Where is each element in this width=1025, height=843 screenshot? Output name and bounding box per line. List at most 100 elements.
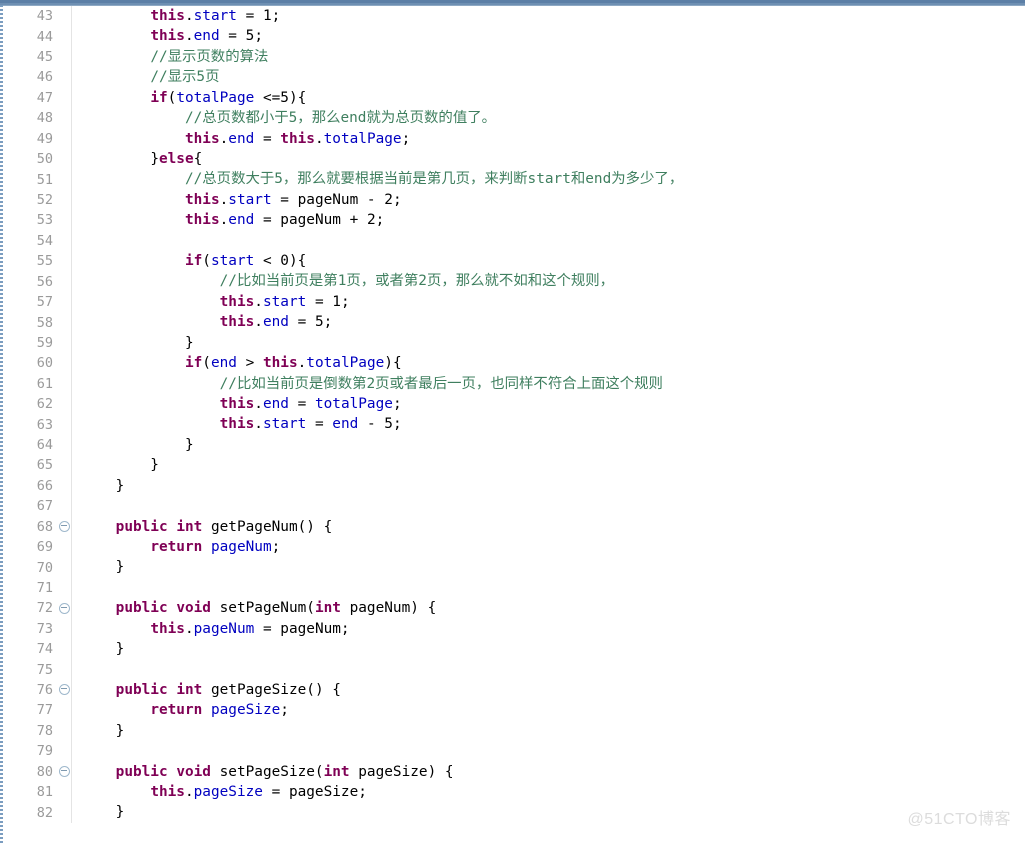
code-line-content[interactable]: if(start < 0){: [73, 251, 1025, 271]
line-number: 63: [3, 414, 57, 435]
code-line[interactable]: 47 if(totalPage <=5){: [3, 87, 1025, 109]
code-line-content[interactable]: public int getPageNum() {: [73, 517, 1025, 537]
code-line[interactable]: 78 }: [3, 720, 1025, 742]
code-line-content[interactable]: this.start = 1;: [73, 6, 1025, 26]
code-line-content[interactable]: }: [73, 476, 1025, 496]
code-line-content[interactable]: if(end > this.totalPage){: [73, 353, 1025, 373]
code-line[interactable]: 52 this.start = pageNum - 2;: [3, 189, 1025, 211]
code-line-content[interactable]: }: [73, 435, 1025, 455]
code-line-content[interactable]: this.start = end - 5;: [73, 414, 1025, 434]
code-line-content[interactable]: this.end = totalPage;: [73, 394, 1025, 414]
code-line[interactable]: 59 }: [3, 332, 1025, 354]
code-line[interactable]: 76 public int getPageSize() {: [3, 679, 1025, 701]
code-line-content[interactable]: //显示页数的算法: [73, 47, 1025, 67]
code-line-content[interactable]: //总页数大于5，那么就要根据当前是第几页，来判断start和end为多少了，: [73, 169, 1025, 189]
fold-collapse-icon[interactable]: [57, 598, 72, 619]
code-line-content[interactable]: }: [73, 721, 1025, 741]
code-line[interactable]: 48 //总页数都小于5，那么end就为总页数的值了。: [3, 108, 1025, 129]
code-line-content[interactable]: if(totalPage <=5){: [73, 88, 1025, 108]
code-line[interactable]: 58 this.end = 5;: [3, 312, 1025, 333]
code-line-content[interactable]: this.end = 5;: [73, 312, 1025, 332]
code-line-content[interactable]: //总页数都小于5，那么end就为总页数的值了。: [73, 108, 1025, 128]
code-line[interactable]: 82 }: [3, 802, 1025, 823]
code-line[interactable]: 62 this.end = totalPage;: [3, 394, 1025, 415]
code-line[interactable]: 70 }: [3, 557, 1025, 578]
code-line[interactable]: 77 return pageSize;: [3, 700, 1025, 721]
code-line[interactable]: 44 this.end = 5;: [3, 26, 1025, 47]
code-token-fld: start: [193, 8, 237, 24]
code-line[interactable]: 65 }: [3, 455, 1025, 476]
code-line-content[interactable]: public int getPageSize() {: [73, 680, 1025, 700]
code-line-content[interactable]: [73, 496, 1025, 516]
code-line-content[interactable]: }: [73, 639, 1025, 659]
code-line-content[interactable]: //显示5页: [73, 67, 1025, 87]
code-line[interactable]: 55 if(start < 0){: [3, 251, 1025, 272]
code-line[interactable]: 45 //显示页数的算法: [3, 46, 1025, 68]
collapse-circle-minus-icon[interactable]: [58, 766, 70, 777]
code-line[interactable]: 61 //比如当前页是倒数第2页或者最后一页，也同样不符合上面这个规则: [3, 373, 1025, 394]
line-number: 53: [3, 210, 57, 231]
code-line[interactable]: 81 this.pageSize = pageSize;: [3, 781, 1025, 803]
fold-collapse-icon[interactable]: [57, 761, 72, 782]
code-line-content[interactable]: }: [73, 455, 1025, 475]
code-line-content[interactable]: this.start = 1;: [73, 292, 1025, 312]
line-number-value: 72: [36, 600, 53, 617]
code-line[interactable]: 80 public void setPageSize(int pageSize)…: [3, 761, 1025, 782]
code-line[interactable]: 68 public int getPageNum() {: [3, 516, 1025, 537]
fold-collapse-icon[interactable]: [57, 516, 72, 537]
code-line[interactable]: 79: [3, 741, 1025, 762]
code-line-content[interactable]: }: [73, 557, 1025, 577]
code-line-content[interactable]: [73, 741, 1025, 761]
code-line[interactable]: 49 this.end = this.totalPage;: [3, 128, 1025, 149]
code-line-content[interactable]: this.pageSize = pageSize;: [73, 782, 1025, 802]
code-token-punc: ;: [392, 416, 402, 433]
code-line[interactable]: 46 //显示5页: [3, 67, 1025, 88]
fold-slot-empty: [57, 536, 72, 558]
code-line[interactable]: 50 }else{: [3, 148, 1025, 170]
code-line-content[interactable]: this.pageNum = pageNum;: [73, 619, 1025, 639]
java-editor-pane[interactable]: 43 this.start = 1; 44 this.end = 5; 45 //显…: [3, 6, 1025, 843]
code-line-content[interactable]: this.end = pageNum + 2;: [73, 210, 1025, 230]
collapse-circle-minus-icon[interactable]: [58, 520, 70, 532]
fold-collapse-icon[interactable]: [57, 679, 72, 701]
code-line[interactable]: 56 //比如当前页是第1页，或者第2页，那么就不如和这个规则，: [3, 271, 1025, 292]
code-line[interactable]: 43 this.start = 1;: [3, 6, 1025, 27]
code-line-content[interactable]: public void setPageNum(int pageNum) {: [73, 598, 1025, 618]
code-line-content[interactable]: //比如当前页是第1页，或者第2页，那么就不如和这个规则，: [73, 271, 1025, 291]
code-line[interactable]: 57 this.start = 1;: [3, 291, 1025, 313]
code-line[interactable]: 53 this.end = pageNum + 2;: [3, 210, 1025, 231]
code-line-content[interactable]: [73, 231, 1025, 251]
code-token-punc: }: [150, 150, 159, 167]
code-line[interactable]: 51 //总页数大于5，那么就要根据当前是第几页，来判断start和end为多少…: [3, 169, 1025, 190]
code-line[interactable]: 71: [3, 577, 1025, 599]
code-line[interactable]: 75: [3, 659, 1025, 680]
code-line[interactable]: 64 }: [3, 434, 1025, 456]
code-line-content[interactable]: this.end = 5;: [73, 26, 1025, 46]
code-line-content[interactable]: return pageNum;: [73, 537, 1025, 557]
collapse-circle-minus-icon[interactable]: [58, 684, 70, 696]
code-line[interactable]: 74 }: [3, 639, 1025, 660]
code-line[interactable]: 67: [3, 496, 1025, 517]
code-line-content[interactable]: [73, 659, 1025, 679]
code-line[interactable]: 72 public void setPageNum(int pageNum) {: [3, 598, 1025, 619]
code-line-content[interactable]: //比如当前页是倒数第2页或者最后一页，也同样不符合上面这个规则: [73, 374, 1025, 394]
code-line-content[interactable]: }: [73, 333, 1025, 353]
code-line[interactable]: 73 this.pageNum = pageNum;: [3, 618, 1025, 640]
code-line[interactable]: 60 if(end > this.totalPage){: [3, 353, 1025, 374]
line-number: 73: [3, 618, 57, 640]
code-line-content[interactable]: }else{: [73, 149, 1025, 169]
collapse-circle-minus-icon[interactable]: [58, 602, 70, 614]
code-line-content[interactable]: public void setPageSize(int pageSize) {: [73, 762, 1025, 782]
fold-slot-empty: [57, 251, 72, 272]
code-line[interactable]: 54: [3, 230, 1025, 252]
code-line-content[interactable]: [73, 578, 1025, 598]
code-line[interactable]: 66 }: [3, 475, 1025, 497]
code-line-content[interactable]: this.start = pageNum - 2;: [73, 190, 1025, 210]
code-line-content[interactable]: return pageSize;: [73, 700, 1025, 720]
code-line-content[interactable]: this.end = this.totalPage;: [73, 129, 1025, 149]
code-line[interactable]: 63 this.start = end - 5;: [3, 414, 1025, 435]
code-line-content[interactable]: }: [73, 802, 1025, 822]
code-line[interactable]: 69 return pageNum;: [3, 536, 1025, 558]
